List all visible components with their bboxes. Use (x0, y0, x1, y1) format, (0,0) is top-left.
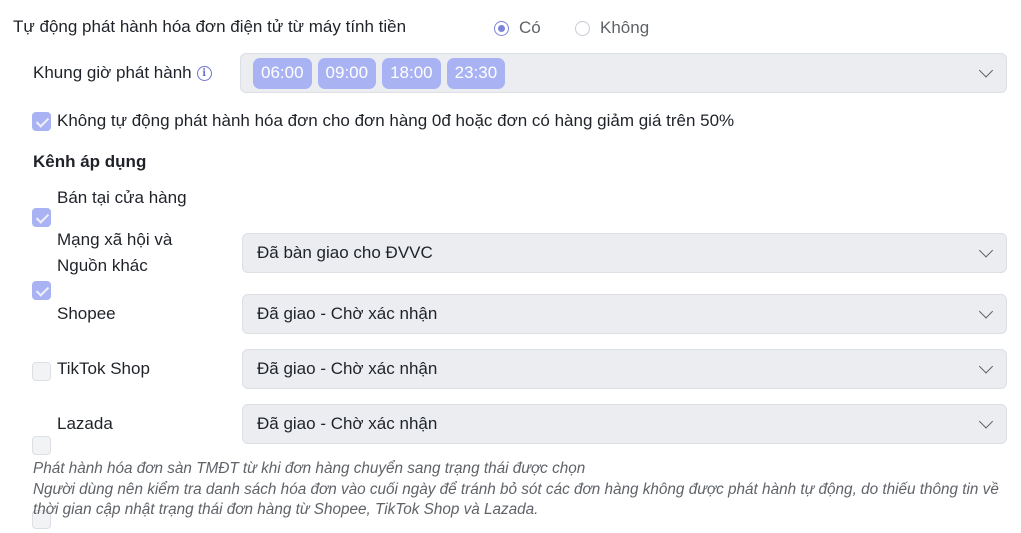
skip-zero-checkbox[interactable] (32, 112, 51, 131)
social-status-value: Đã bàn giao cho ĐVVC (257, 243, 433, 262)
tiktok-checkbox[interactable] (32, 436, 51, 455)
shopee-checkbox[interactable] (32, 362, 51, 381)
chevron-down-icon[interactable] (978, 243, 994, 258)
store-label: Bán tại cửa hàng (57, 188, 187, 207)
radio-no-label: Không (600, 18, 650, 37)
radio-unselected-icon[interactable] (575, 20, 590, 36)
social-checkbox[interactable] (32, 281, 51, 300)
chevron-down-icon[interactable] (978, 359, 994, 374)
tiktok-label: TikTok Shop (57, 359, 150, 378)
social-status-select[interactable]: Đã bàn giao cho ĐVVC (242, 233, 1007, 273)
help-note-line1: Phát hành hóa đơn sàn TMĐT từ khi đơn hà… (33, 460, 586, 477)
help-note: Phát hành hóa đơn sàn TMĐT từ khi đơn hà… (33, 459, 1003, 521)
channels-title: Kênh áp dụng (33, 152, 147, 171)
time-tag[interactable]: 23:30 (446, 57, 506, 89)
shopee-status-value: Đã giao - Chờ xác nhận (257, 304, 438, 323)
auto-issue-title: Tự động phát hành hóa đơn điện tử từ máy… (13, 17, 407, 36)
store-checkbox[interactable] (32, 208, 51, 227)
time-tag[interactable]: 18:00 (382, 57, 441, 89)
help-note-line2: Người dùng nên kiểm tra danh sách hóa đơ… (33, 480, 999, 519)
schedule-label: Khung giờ phát hành i (33, 63, 212, 83)
tiktok-status-select[interactable]: Đã giao - Chờ xác nhận (242, 349, 1007, 389)
chevron-down-icon[interactable] (978, 414, 994, 429)
chevron-down-icon[interactable] (978, 63, 994, 78)
social-label-line2: Nguồn khác (57, 256, 148, 275)
radio-selected-icon[interactable] (494, 20, 509, 36)
social-label-line1: Mạng xã hội và (57, 230, 173, 249)
lazada-label: Lazada (57, 414, 113, 433)
shopee-status-select[interactable]: Đã giao - Chờ xác nhận (242, 294, 1007, 334)
chevron-down-icon[interactable] (978, 304, 994, 319)
tiktok-status-value: Đã giao - Chờ xác nhận (257, 359, 438, 378)
lazada-status-value: Đã giao - Chờ xác nhận (257, 414, 438, 433)
time-tag[interactable]: 09:00 (317, 57, 377, 89)
radio-option-no[interactable]: Không (575, 18, 649, 38)
info-icon[interactable]: i (196, 65, 212, 81)
radio-yes-label: Có (519, 18, 541, 37)
schedule-time-select[interactable]: 06:00 09:00 18:00 23:30 (240, 53, 1007, 93)
schedule-label-text: Khung giờ phát hành (33, 63, 192, 82)
shopee-label: Shopee (57, 304, 116, 323)
radio-option-yes[interactable]: Có (494, 18, 541, 38)
lazada-status-select[interactable]: Đã giao - Chờ xác nhận (242, 404, 1007, 444)
time-tag[interactable]: 06:00 (253, 57, 312, 89)
skip-zero-label: Không tự động phát hành hóa đơn cho đơn … (57, 111, 735, 130)
